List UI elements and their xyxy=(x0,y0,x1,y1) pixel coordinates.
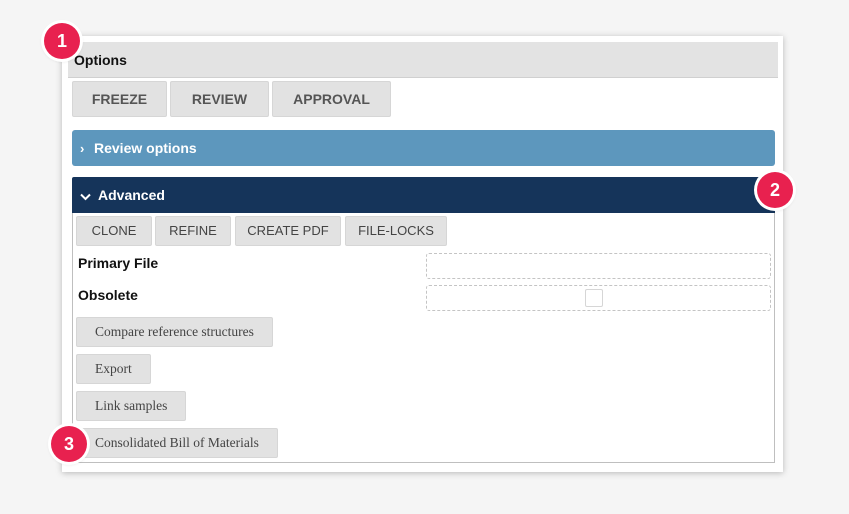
compare-reference-structures-button[interactable]: Compare reference structures xyxy=(76,317,273,347)
create-pdf-button[interactable]: CREATE PDF xyxy=(235,216,341,246)
freeze-button[interactable]: FREEZE xyxy=(72,81,167,117)
consolidated-bom-button[interactable]: Consolidated Bill of Materials xyxy=(76,428,278,458)
export-button[interactable]: Export xyxy=(76,354,151,384)
chevron-down-icon xyxy=(80,178,98,214)
step-marker-3: 3 xyxy=(51,426,87,462)
step-marker-2: 2 xyxy=(757,172,793,208)
advanced-label: Advanced xyxy=(98,187,165,203)
panel-title: Options xyxy=(68,42,778,78)
refine-button[interactable]: REFINE xyxy=(155,216,231,246)
obsolete-checkbox[interactable] xyxy=(585,289,603,307)
advanced-header[interactable]: Advanced xyxy=(72,177,775,213)
obsolete-label: Obsolete xyxy=(78,287,138,303)
file-locks-button[interactable]: FILE-LOCKS xyxy=(345,216,447,246)
review-options-header[interactable]: › Review options xyxy=(72,130,775,166)
review-button[interactable]: REVIEW xyxy=(170,81,269,117)
clone-button[interactable]: CLONE xyxy=(76,216,152,246)
chevron-right-icon: › xyxy=(80,141,85,156)
step-marker-1: 1 xyxy=(44,23,80,59)
link-samples-button[interactable]: Link samples xyxy=(76,391,187,421)
obsolete-field xyxy=(426,285,771,311)
review-options-label: Review options xyxy=(94,140,197,156)
primary-file-label: Primary File xyxy=(78,255,159,271)
primary-file-field[interactable] xyxy=(426,253,771,279)
approval-button[interactable]: APPROVAL xyxy=(272,81,391,117)
options-panel: Options FREEZE REVIEW APPROVAL › Review o… xyxy=(62,36,783,472)
